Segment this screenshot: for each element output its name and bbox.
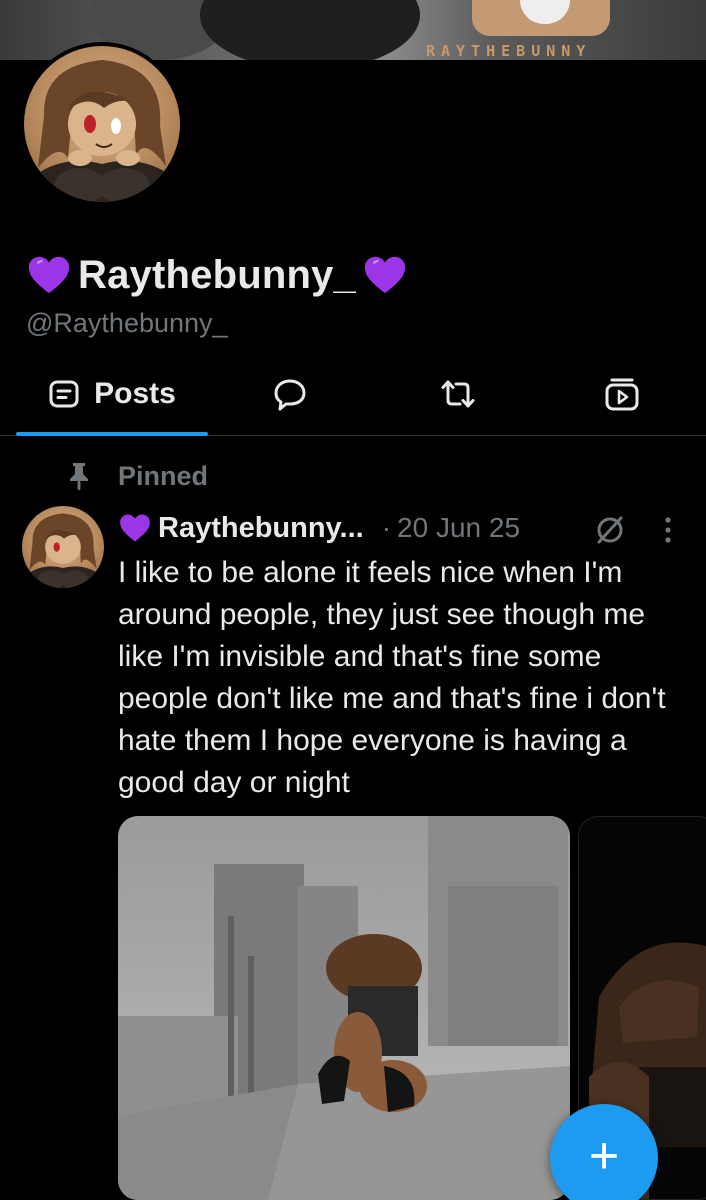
profile-tabs: Posts — [0, 352, 706, 436]
avatar-illustration — [32, 60, 174, 202]
purple-heart-icon — [364, 256, 406, 294]
tab-posts[interactable]: Posts — [16, 352, 208, 436]
posts-icon — [49, 380, 79, 408]
pin-icon — [70, 463, 88, 490]
replies-icon — [274, 379, 306, 411]
banner-logo-text: RAYTHEBUNNY — [426, 42, 592, 60]
banner-shape — [200, 0, 420, 60]
reposts-icon — [441, 380, 475, 408]
tab-replies[interactable] — [250, 352, 330, 436]
post-media-image[interactable] — [118, 816, 570, 1200]
hidden-icon[interactable] — [592, 512, 628, 548]
profile-handle: @Raythebunny_ — [26, 308, 228, 338]
plus-icon: + — [588, 1127, 620, 1185]
tab-media[interactable] — [582, 352, 662, 436]
selected-tab-indicator — [16, 432, 208, 436]
profile-avatar[interactable] — [20, 42, 184, 206]
pinned-indicator: Pinned — [66, 456, 208, 496]
post-header: Raythebunny... · 20 Jun 25 — [118, 506, 688, 550]
display-name-row: Raythebunny_ — [26, 248, 408, 302]
tab-posts-label: Posts — [94, 377, 176, 410]
profile-page: RAYTHEBUNNY Raythebunny_ @Raythebunny_ P… — [0, 0, 706, 1200]
more-options-icon[interactable] — [656, 512, 680, 548]
tab-reposts[interactable] — [418, 352, 498, 436]
media-icon — [605, 378, 639, 411]
post-date[interactable]: 20 Jun 25 — [397, 512, 520, 544]
media-scene — [118, 816, 570, 1200]
post-text: I like to be alone it feels nice when I'… — [118, 556, 666, 799]
purple-heart-icon — [120, 514, 150, 542]
post-author-name[interactable]: Raythebunny... — [158, 512, 364, 545]
avatar-image — [24, 46, 180, 202]
pinned-label: Pinned — [118, 460, 209, 491]
post-separator: · — [381, 512, 392, 543]
post-author-avatar[interactable] — [22, 506, 104, 588]
purple-heart-icon — [28, 256, 70, 294]
avatar-illustration — [26, 513, 101, 588]
display-name: Raythebunny_ — [78, 252, 357, 297]
